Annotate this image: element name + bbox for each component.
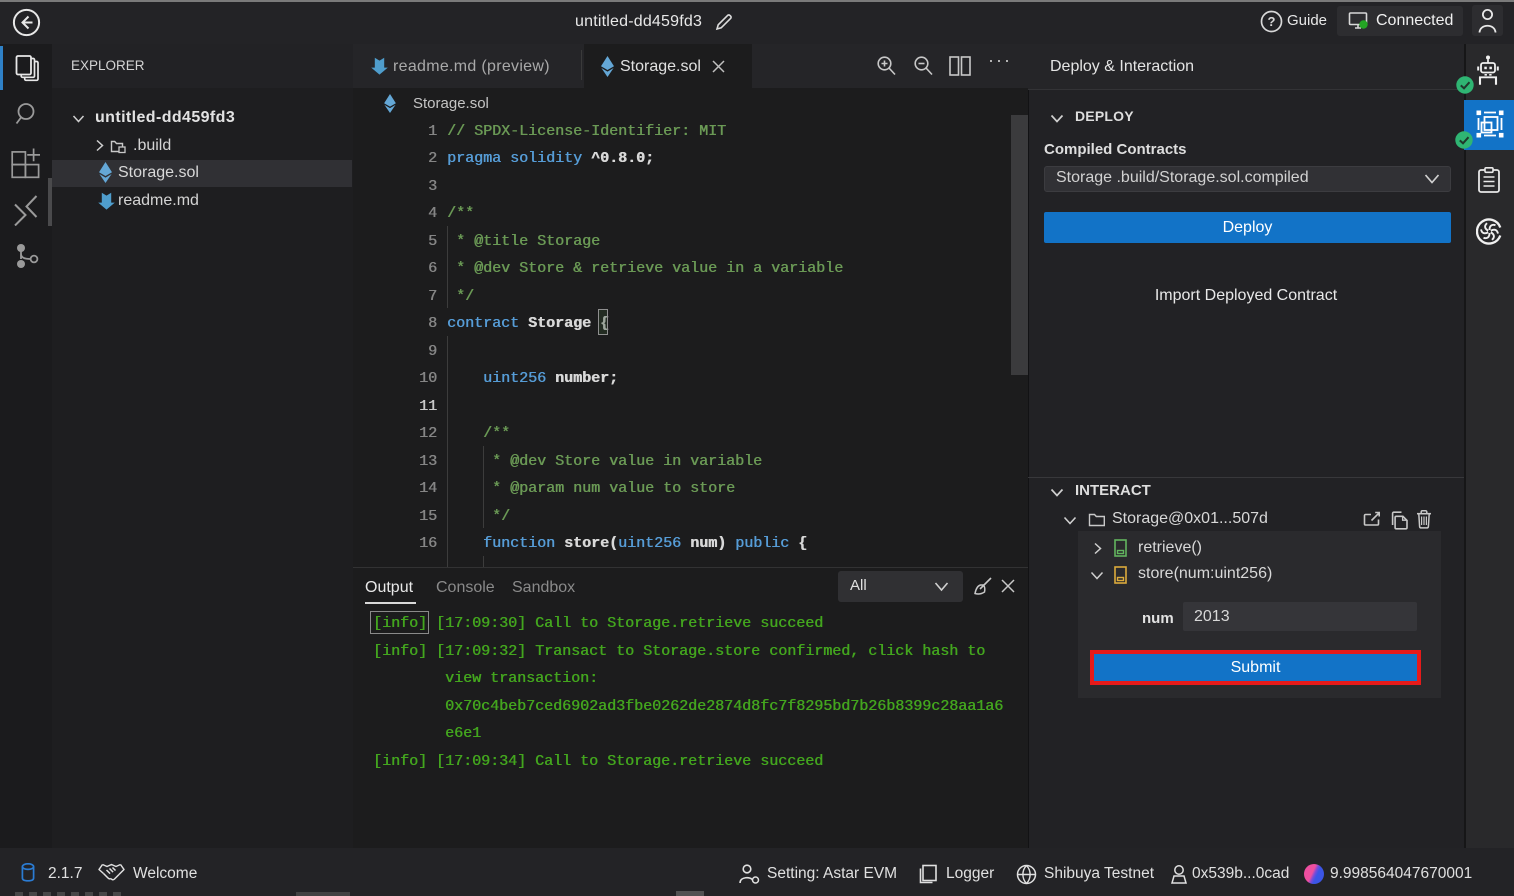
svg-text:?: ? <box>1268 14 1276 29</box>
